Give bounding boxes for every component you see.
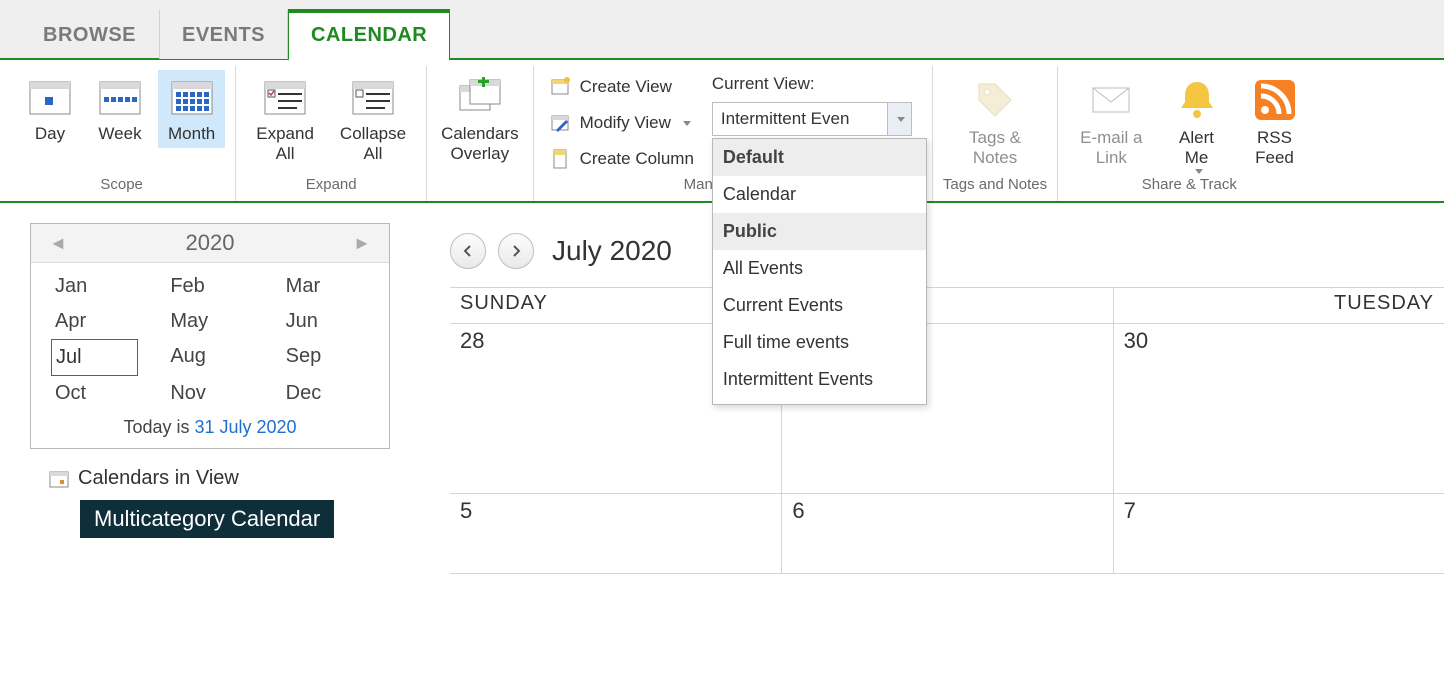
group-tags-notes-label: Tags and Notes: [943, 174, 1047, 197]
tab-calendar[interactable]: CALENDAR: [288, 9, 450, 61]
view-menu-intermittent[interactable]: Intermittent Events: [713, 361, 926, 398]
mini-calendar: ◄ 2020 ► Jan Feb Mar Apr May Jun Jul Aug…: [30, 223, 390, 538]
rss-feed-button[interactable]: RSS Feed: [1239, 70, 1311, 167]
alert-me-label: Alert Me: [1179, 128, 1214, 167]
envelope-icon: [1087, 76, 1135, 124]
calendars-in-view-label: Calendars in View: [78, 467, 239, 490]
modify-view-button[interactable]: Modify View: [544, 110, 700, 136]
scope-week-label: Week: [98, 124, 141, 144]
month-may[interactable]: May: [166, 304, 253, 339]
expand-all-icon: [263, 76, 307, 120]
view-menu-all-events[interactable]: All Events: [713, 250, 926, 287]
expand-all-button[interactable]: Expand All: [246, 70, 324, 167]
day-header-tuesday: TUESDAY: [1113, 288, 1444, 324]
big-cal-next[interactable]: [498, 233, 534, 269]
view-menu-calendar[interactable]: Calendar: [713, 176, 926, 213]
group-share-track-label: Share & Track: [1142, 174, 1237, 197]
group-expand-label: Expand: [306, 174, 357, 197]
tags-notes-button[interactable]: Tags & Notes: [957, 70, 1033, 167]
scope-month-button[interactable]: Month: [158, 70, 225, 148]
create-column-button[interactable]: Create Column: [544, 146, 700, 172]
group-overlay: Calendars Overlay: [427, 66, 534, 201]
month-dec[interactable]: Dec: [282, 376, 369, 411]
day-calendar-icon: [28, 76, 72, 120]
group-share-track: E-mail a Link Alert Me RSS Feed Share & …: [1058, 66, 1320, 201]
month-nov[interactable]: Nov: [166, 376, 253, 411]
current-view-dropdown: Default Calendar Public All Events Curre…: [712, 138, 927, 405]
calendars-in-view-header: Calendars in View: [48, 467, 390, 490]
today-line: Today is 31 July 2020: [31, 411, 389, 448]
mini-cal-year: 2020: [186, 230, 235, 256]
month-feb[interactable]: Feb: [166, 269, 253, 304]
month-aug[interactable]: Aug: [166, 339, 253, 376]
scope-day-label: Day: [35, 124, 65, 144]
month-grid: Jan Feb Mar Apr May Jun Jul Aug Sep Oct …: [31, 263, 389, 411]
month-mar[interactable]: Mar: [282, 269, 369, 304]
tag-icon: [971, 76, 1019, 124]
big-cal-prev[interactable]: [450, 233, 486, 269]
modify-view-label: Modify View: [580, 113, 671, 133]
create-column-icon: [550, 148, 572, 170]
calendar-small-icon: [48, 468, 70, 490]
group-scope: Day Week: [8, 66, 236, 201]
month-jul[interactable]: Jul: [51, 339, 138, 376]
view-menu-current-events[interactable]: Current Events: [713, 287, 926, 324]
tab-bar: BROWSE EVENTS CALENDAR: [0, 0, 1444, 60]
scope-day-button[interactable]: Day: [18, 70, 82, 148]
today-date-link[interactable]: 31 July 2020: [194, 417, 296, 437]
ribbon: Day Week: [0, 60, 1444, 203]
cal-cell[interactable]: 30: [1113, 324, 1444, 494]
group-scope-label: Scope: [100, 174, 143, 197]
collapse-all-label: Collapse All: [340, 124, 406, 163]
mini-cal-next[interactable]: ►: [353, 233, 371, 254]
group-tags-notes: Tags & Notes Tags and Notes: [933, 66, 1058, 201]
week-calendar-icon: [98, 76, 142, 120]
create-column-label: Create Column: [580, 149, 694, 169]
tab-browse[interactable]: BROWSE: [20, 9, 159, 59]
scope-week-button[interactable]: Week: [88, 70, 152, 148]
month-apr[interactable]: Apr: [51, 304, 138, 339]
scope-month-label: Month: [168, 124, 215, 144]
email-link-button[interactable]: E-mail a Link: [1068, 70, 1154, 167]
rss-icon: [1251, 76, 1299, 124]
cal-cell[interactable]: 6: [781, 494, 1112, 574]
current-view-value: Intermittent Even: [721, 109, 850, 129]
big-calendar: July 2020 SUNDAY TUESDAY 28 30 5 6 7: [450, 223, 1444, 574]
rss-feed-label: RSS Feed: [1255, 128, 1294, 167]
group-manage-views: Create View Modify View Create Column: [534, 66, 933, 201]
calendars-overlay-icon: [458, 76, 502, 120]
calendars-in-view-item[interactable]: Multicategory Calendar: [80, 500, 334, 538]
mini-cal-prev[interactable]: ◄: [49, 233, 67, 254]
current-view-label: Current View:: [712, 74, 912, 94]
cal-cell[interactable]: 7: [1113, 494, 1444, 574]
group-expand: Expand All Collapse All Expand: [236, 66, 427, 201]
month-jan[interactable]: Jan: [51, 269, 138, 304]
tags-notes-label: Tags & Notes: [969, 128, 1021, 167]
create-view-label: Create View: [580, 77, 672, 97]
email-link-label: E-mail a Link: [1080, 128, 1142, 167]
view-menu-full-time[interactable]: Full time events: [713, 324, 926, 361]
alert-me-button[interactable]: Alert Me: [1161, 70, 1233, 174]
tab-events[interactable]: EVENTS: [159, 9, 288, 59]
bell-icon: [1173, 76, 1221, 124]
month-sep[interactable]: Sep: [282, 339, 369, 376]
month-jun[interactable]: Jun: [282, 304, 369, 339]
modify-view-icon: [550, 112, 572, 134]
cal-cell[interactable]: 5: [450, 494, 781, 574]
create-view-button[interactable]: Create View: [544, 74, 700, 100]
view-menu-default-header: Default: [713, 139, 926, 176]
big-cal-title: July 2020: [552, 235, 672, 267]
calendars-overlay-label: Calendars Overlay: [441, 124, 519, 163]
chevron-down-icon: [683, 121, 691, 126]
create-view-icon: [550, 76, 572, 98]
calendars-overlay-button[interactable]: Calendars Overlay: [431, 70, 529, 167]
view-menu-public-header: Public: [713, 213, 926, 250]
month-oct[interactable]: Oct: [51, 376, 138, 411]
chevron-down-icon[interactable]: [887, 103, 911, 135]
collapse-all-button[interactable]: Collapse All: [330, 70, 416, 167]
collapse-all-icon: [351, 76, 395, 120]
expand-all-label: Expand All: [256, 124, 314, 163]
month-calendar-icon: [170, 76, 214, 120]
current-view-select[interactable]: Intermittent Even: [712, 102, 912, 136]
